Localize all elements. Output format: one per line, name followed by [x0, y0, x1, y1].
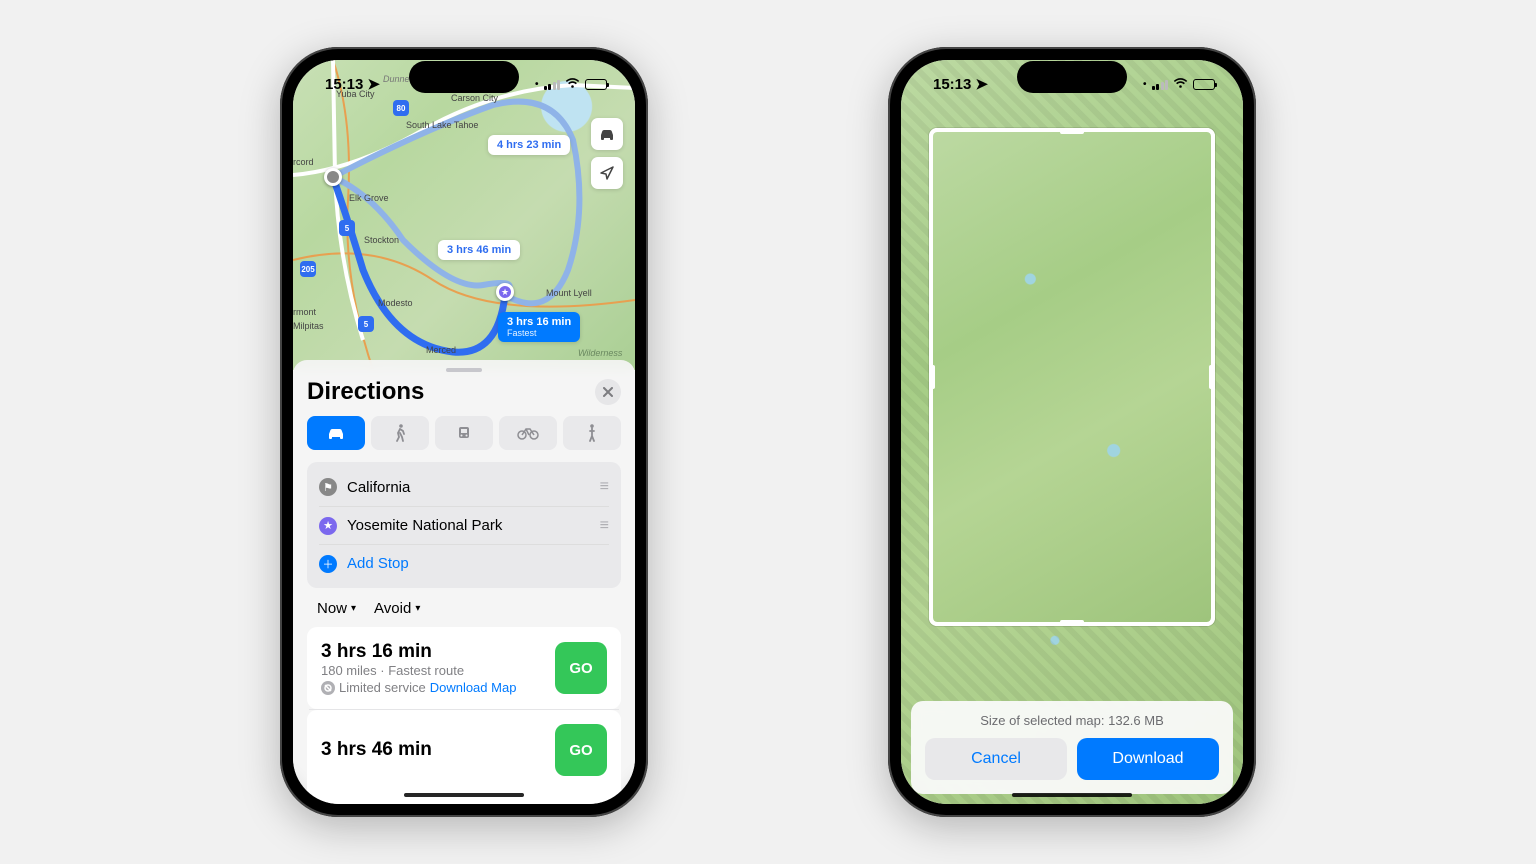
phone-left: 15:13 ➤ • — [280, 47, 648, 817]
selection-rectangle[interactable] — [929, 128, 1215, 626]
resize-corner-tr[interactable] — [1199, 128, 1215, 144]
chevron-down-icon: ▾ — [351, 603, 356, 614]
route-callout-alt2[interactable]: 3 hrs 46 min — [438, 240, 520, 260]
screen-offline-map: 15:13 ➤ • Size of selected — [901, 60, 1243, 804]
stop-dest-label: Yosemite National Park — [347, 517, 502, 534]
cell-signal-icon — [1152, 79, 1169, 90]
mode-drive[interactable] — [307, 416, 365, 450]
city-label: Modesto — [378, 298, 413, 308]
add-stop-label: Add Stop — [347, 555, 409, 572]
mode-walk[interactable] — [371, 416, 429, 450]
route-callout-alt1[interactable]: 4 hrs 23 min — [488, 135, 570, 155]
cell-signal-icon — [544, 79, 561, 90]
transport-mode-selector — [307, 416, 621, 450]
dynamic-island — [1017, 61, 1127, 93]
route-callout-main[interactable]: 3 hrs 16 min Fastest — [498, 312, 580, 342]
resize-handle-bottom[interactable] — [1060, 620, 1084, 625]
battery-icon — [1193, 79, 1215, 90]
route-card[interactable]: 3 hrs 16 min 180 miles · Fastest route L… — [307, 627, 621, 709]
wifi-icon — [565, 77, 580, 92]
plus-icon: ＋ — [319, 555, 337, 573]
interstate-shield: 5 — [339, 220, 355, 236]
interstate-shield: 205 — [300, 261, 316, 277]
reorder-handle-icon[interactable]: ≡ — [600, 478, 609, 496]
status-time: 15:13 — [933, 76, 971, 93]
map-size-label: Size of selected map: 132.6 MB — [925, 713, 1219, 728]
destination-pin[interactable] — [496, 283, 514, 301]
download-map-link[interactable]: Download Map — [430, 680, 517, 695]
route-subtitle: 180 miles · Fastest route — [321, 663, 545, 678]
stops-list: ⚑ California ≡ ★ Yosemite National Park … — [307, 462, 621, 588]
download-sheet: Size of selected map: 132.6 MB Cancel Do… — [911, 701, 1233, 794]
add-stop-button[interactable]: ＋ Add Stop — [319, 544, 609, 582]
phone-right: 15:13 ➤ • Size of selected — [888, 47, 1256, 817]
avoid-options-picker[interactable]: Avoid ▾ — [374, 600, 420, 617]
city-label: rcord — [293, 157, 314, 167]
route-callout-main-time: 3 hrs 16 min — [507, 316, 571, 328]
city-label: Milpitas — [293, 321, 324, 331]
route-time: 3 hrs 46 min — [321, 739, 545, 761]
route-note-text: Limited service — [339, 680, 426, 695]
location-arrow-icon: ➤ — [367, 75, 380, 93]
mode-cycle[interactable] — [499, 416, 557, 450]
go-button[interactable]: GO — [555, 724, 607, 776]
sheet-title: Directions — [307, 378, 424, 406]
resize-handle-left[interactable] — [930, 365, 935, 389]
resize-handle-top[interactable] — [1060, 129, 1084, 134]
resize-corner-bl[interactable] — [929, 610, 945, 626]
go-button[interactable]: GO — [555, 642, 607, 694]
stop-origin-label: California — [347, 479, 410, 496]
depart-time-picker[interactable]: Now ▾ — [317, 600, 356, 617]
location-arrow-icon: ➤ — [975, 75, 988, 93]
avoid-label: Avoid — [374, 600, 411, 617]
star-icon: ★ — [319, 517, 337, 535]
depart-time-label: Now — [317, 600, 347, 617]
limited-service-icon — [321, 681, 335, 695]
interstate-shield: 5 — [358, 316, 374, 332]
mode-rideshare[interactable] — [563, 416, 621, 450]
city-label: rmont — [293, 307, 316, 317]
cancel-button[interactable]: Cancel — [925, 738, 1067, 780]
chevron-down-icon: ▾ — [415, 603, 420, 614]
download-button[interactable]: Download — [1077, 738, 1219, 780]
flag-icon: ⚑ — [319, 478, 337, 496]
battery-icon — [585, 79, 607, 90]
route-card[interactable]: 3 hrs 46 min GO — [307, 710, 621, 804]
home-indicator[interactable] — [1012, 793, 1132, 797]
resize-corner-tl[interactable] — [929, 128, 945, 144]
city-label: South Lake Tahoe — [406, 120, 478, 130]
origin-pin[interactable] — [324, 168, 342, 186]
dynamic-island — [409, 61, 519, 93]
status-time: 15:13 — [325, 76, 363, 93]
mode-transit[interactable] — [435, 416, 493, 450]
home-indicator[interactable] — [404, 793, 524, 797]
city-label: Wilderness — [578, 348, 622, 358]
city-label: Elk Grove — [349, 193, 389, 203]
directions-sheet: Directions ⚑ California ≡ ★ — [293, 360, 635, 804]
route-callout-main-sub: Fastest — [507, 328, 571, 338]
city-label: Merced — [426, 345, 456, 355]
city-label: Stockton — [364, 235, 399, 245]
stop-origin[interactable]: ⚑ California ≡ — [319, 468, 609, 506]
transport-fab[interactable] — [591, 118, 623, 150]
signal-dot-icon: • — [535, 79, 539, 90]
reorder-handle-icon[interactable]: ≡ — [600, 517, 609, 535]
signal-dot-icon: • — [1143, 79, 1147, 90]
wifi-icon — [1173, 77, 1188, 92]
screen-directions: 15:13 ➤ • — [293, 60, 635, 804]
sheet-grabber[interactable] — [446, 368, 482, 372]
resize-corner-br[interactable] — [1199, 610, 1215, 626]
close-button[interactable] — [595, 379, 621, 405]
locate-fab[interactable] — [591, 157, 623, 189]
route-time: 3 hrs 16 min — [321, 641, 545, 663]
city-label: Mount Lyell — [546, 288, 592, 298]
stop-destination[interactable]: ★ Yosemite National Park ≡ — [319, 506, 609, 544]
resize-handle-right[interactable] — [1209, 365, 1214, 389]
